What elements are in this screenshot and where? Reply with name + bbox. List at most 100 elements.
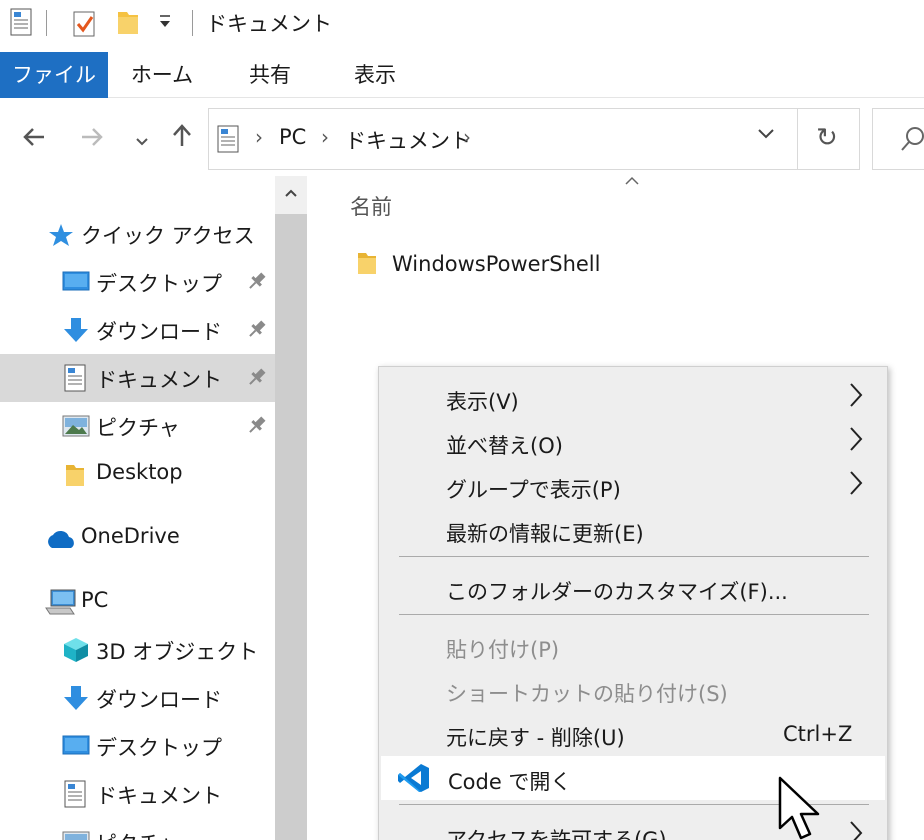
nav-label: デスクトップ bbox=[96, 736, 222, 760]
scroll-up-button[interactable] bbox=[275, 176, 307, 214]
folder-icon bbox=[356, 250, 378, 280]
file-name: WindowsPowerShell bbox=[392, 252, 601, 276]
back-arrow-icon bbox=[23, 128, 44, 146]
download-icon bbox=[62, 316, 90, 348]
file-item[interactable]: WindowsPowerShell bbox=[350, 242, 650, 286]
title-separator bbox=[46, 10, 47, 36]
menu-item-label: このフォルダーのカスタマイズ(F)... bbox=[446, 580, 788, 604]
nav-label: デスクトップ bbox=[96, 272, 222, 296]
breadcrumb-separator-icon[interactable]: › bbox=[463, 125, 471, 149]
nav-item-desktop[interactable]: デスクトップ bbox=[0, 722, 275, 770]
navigation-pane: クイック アクセス デスクトップ ダウンロード ドキュメント ピクチャ Desk… bbox=[0, 176, 275, 840]
pin-icon bbox=[246, 414, 268, 440]
tab-home[interactable]: ホーム bbox=[122, 52, 202, 98]
back-button[interactable] bbox=[16, 118, 52, 160]
menu-item-view[interactable]: 表示(V) bbox=[379, 376, 887, 420]
nav-label: ドキュメント bbox=[96, 784, 222, 808]
menu-separator bbox=[399, 556, 869, 557]
up-button[interactable] bbox=[164, 118, 200, 160]
forward-button[interactable] bbox=[74, 118, 110, 160]
new-folder-icon[interactable] bbox=[116, 8, 140, 40]
nav-item-downloads[interactable]: ダウンロード bbox=[0, 306, 275, 354]
menu-item-label: 並べ替え(O) bbox=[446, 434, 563, 458]
nav-item-pictures[interactable]: ピクチャ bbox=[0, 402, 275, 450]
nav-scrollbar[interactable] bbox=[275, 176, 307, 840]
nav-label: ダウンロード bbox=[96, 320, 222, 344]
document-icon bbox=[217, 125, 239, 157]
document-icon bbox=[64, 364, 86, 396]
menu-item-sort[interactable]: 並べ替え(O) bbox=[379, 420, 887, 464]
customize-qa-dropdown-icon[interactable] bbox=[158, 12, 172, 34]
quick-access-star-icon bbox=[48, 222, 74, 252]
pin-icon bbox=[246, 366, 268, 392]
nav-label: ピクチャ bbox=[96, 416, 180, 440]
sort-ascending-icon bbox=[624, 174, 640, 190]
up-arrow-icon bbox=[173, 124, 191, 146]
search-box[interactable] bbox=[872, 108, 924, 170]
vscode-icon bbox=[397, 762, 431, 798]
tab-share[interactable]: 共有 bbox=[232, 52, 308, 98]
window-title: ドキュメント bbox=[206, 12, 332, 36]
nav-item-3d-objects[interactable]: 3D オブジェクト bbox=[0, 626, 275, 674]
download-icon bbox=[62, 684, 90, 716]
tab-view[interactable]: 表示 bbox=[337, 52, 413, 98]
nav-item-documents[interactable]: ドキュメント bbox=[0, 354, 275, 402]
properties-check-icon[interactable] bbox=[72, 8, 98, 42]
nav-label: Desktop bbox=[96, 460, 183, 484]
refresh-icon: ↻ bbox=[816, 123, 838, 153]
address-history-dropdown-icon[interactable] bbox=[757, 121, 775, 146]
menu-item-paste-shortcut[interactable]: ショートカットの貼り付け(S) bbox=[379, 668, 887, 712]
pc-icon bbox=[44, 588, 78, 620]
nav-quick-access[interactable]: クイック アクセス bbox=[0, 210, 275, 258]
desktop-icon bbox=[62, 270, 90, 298]
document-properties-icon[interactable] bbox=[10, 8, 32, 40]
nav-onedrive[interactable]: OneDrive bbox=[0, 514, 275, 562]
menu-item-paste[interactable]: 貼り付け(P) bbox=[379, 624, 887, 668]
column-header-name[interactable]: 名前 bbox=[350, 191, 392, 221]
nav-pc[interactable]: PC bbox=[0, 578, 275, 626]
nav-label: 3D オブジェクト bbox=[96, 640, 259, 664]
ribbon: ファイル ホーム 共有 表示 bbox=[0, 52, 924, 98]
tab-file[interactable]: ファイル bbox=[0, 52, 108, 98]
menu-item-customize-folder[interactable]: このフォルダーのカスタマイズ(F)... bbox=[379, 566, 887, 610]
breadcrumb-separator-icon[interactable]: › bbox=[321, 125, 329, 149]
menu-item-undo-delete[interactable]: 元に戻す - 削除(U) Ctrl+Z bbox=[379, 712, 887, 756]
nav-item-downloads[interactable]: ダウンロード bbox=[0, 674, 275, 722]
pictures-icon bbox=[62, 414, 90, 442]
search-icon bbox=[901, 127, 924, 151]
submenu-arrow-icon bbox=[849, 382, 863, 415]
submenu-arrow-icon bbox=[849, 820, 863, 840]
breadcrumb-pc[interactable]: PC bbox=[279, 125, 306, 149]
menu-separator bbox=[399, 614, 869, 615]
chevron-up-icon bbox=[285, 189, 297, 197]
menu-item-group-by[interactable]: グループで表示(P) bbox=[379, 464, 887, 508]
breadcrumb-documents[interactable]: ドキュメント bbox=[345, 125, 471, 155]
menu-item-refresh[interactable]: 最新の情報に更新(E) bbox=[379, 508, 887, 552]
menu-item-label: 元に戻す - 削除(U) bbox=[446, 726, 625, 750]
pin-icon bbox=[246, 270, 268, 296]
title-separator bbox=[192, 10, 193, 36]
menu-item-label: 最新の情報に更新(E) bbox=[446, 522, 644, 546]
nav-item-pictures[interactable]: ピクチャ bbox=[0, 818, 275, 840]
mouse-cursor-icon bbox=[778, 776, 830, 840]
menu-item-label: 貼り付け(P) bbox=[446, 638, 560, 662]
recent-locations-button[interactable] bbox=[124, 118, 160, 160]
document-icon bbox=[64, 780, 86, 812]
nav-label: ドキュメント bbox=[96, 368, 222, 392]
nav-item-desktop[interactable]: デスクトップ bbox=[0, 258, 275, 306]
nav-label: PC bbox=[81, 588, 109, 612]
nav-label: ダウンロード bbox=[96, 688, 222, 712]
address-bar[interactable]: › PC › ドキュメント › ↻ bbox=[208, 108, 860, 170]
3d-objects-icon bbox=[62, 636, 90, 668]
submenu-arrow-icon bbox=[849, 470, 863, 503]
refresh-button[interactable]: ↻ bbox=[797, 109, 860, 169]
menu-item-label: Code で開く bbox=[448, 770, 572, 794]
nav-item-desktop-folder[interactable]: Desktop bbox=[0, 450, 275, 498]
submenu-arrow-icon bbox=[849, 426, 863, 459]
breadcrumb-separator-icon[interactable]: › bbox=[255, 125, 263, 149]
scroll-thumb[interactable] bbox=[275, 214, 307, 840]
context-menu: 表示(V) 並べ替え(O) グループで表示(P) 最新の情報に更新(E) このフ… bbox=[378, 366, 888, 840]
pictures-icon bbox=[62, 830, 90, 840]
nav-item-documents[interactable]: ドキュメント bbox=[0, 770, 275, 818]
nav-label: OneDrive bbox=[81, 524, 180, 548]
